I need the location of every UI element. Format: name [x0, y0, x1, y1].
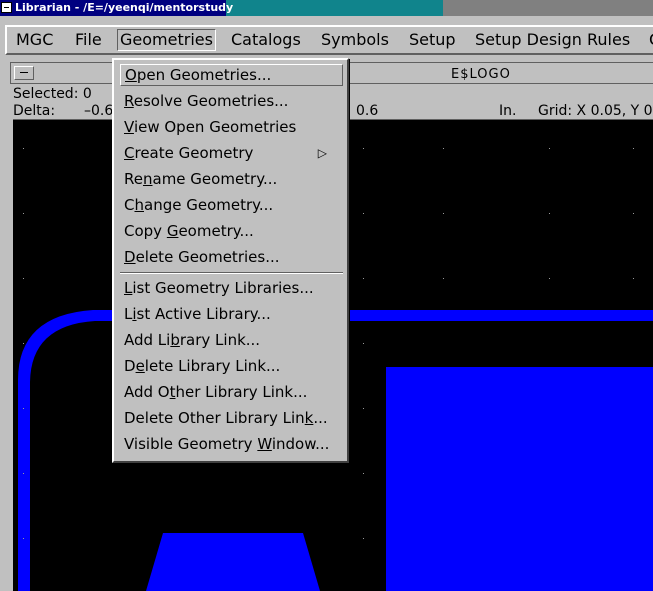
grid-dot — [23, 408, 24, 409]
menuitem-text: reate Geometry — [134, 144, 254, 162]
delta-label: Delta: — [13, 103, 56, 119]
grid-dot — [363, 148, 364, 149]
menuitem-text: ange Geometry... — [144, 196, 274, 214]
menuitem-mnemonic: h — [134, 196, 144, 214]
grid-dot — [363, 473, 364, 474]
menuitem-mnemonic: V — [124, 118, 134, 136]
menu-mgc[interactable]: MGC — [16, 30, 53, 50]
menuitem-delete-library-link[interactable]: Delete Library Link... — [124, 356, 280, 376]
menuitem-text: C — [124, 196, 135, 214]
blue-rectangle-shape — [386, 367, 653, 591]
menuitem-view-open-geometries[interactable]: View Open Geometries — [124, 117, 296, 137]
grid-dot — [363, 343, 364, 344]
menuitem-add-other-library-link[interactable]: Add Other Library Link... — [124, 382, 307, 402]
grid-dot — [363, 408, 364, 409]
menuitem-text: eometry... — [178, 222, 254, 240]
editor-window-title: E$LOGO — [451, 67, 511, 82]
menu-setup-design-rules[interactable]: Setup Design Rules — [475, 30, 630, 50]
menuitem-mnemonic: R — [124, 92, 134, 110]
menuitem-mnemonic: G — [166, 222, 179, 240]
grid-dot — [443, 148, 444, 149]
menu-setup[interactable]: Setup — [409, 30, 456, 50]
grid-dot — [363, 278, 364, 279]
grid-dot — [23, 538, 24, 539]
menuitem-copy-geometry[interactable]: Copy Geometry... — [124, 221, 254, 241]
menuitem-open-geometries[interactable]: Open Geometries... — [120, 64, 343, 86]
title-bar: Librarian - /E=/yeenqi/mentorstudy — [0, 0, 653, 16]
menuitem-change-geometry[interactable]: Change Geometry... — [124, 195, 273, 215]
menuitem-text: Visible Geometry — [124, 435, 258, 453]
menuitem-mnemonic: O — [125, 66, 137, 84]
menuitem-mnemonic: W — [257, 435, 272, 453]
menu-file[interactable]: File — [75, 30, 102, 50]
window-title: Librarian - /E=/yeenqi/mentorstudy — [15, 1, 234, 14]
grid-dot — [23, 473, 24, 474]
menuitem-text: Add O — [124, 383, 170, 401]
menuitem-text: Copy — [124, 222, 167, 240]
menuitem-mnemonic: n — [142, 170, 153, 188]
submenu-arrow-icon: ▷ — [317, 146, 327, 160]
window-minimize-button[interactable] — [14, 66, 34, 80]
delta-y-value: 0.6 — [356, 103, 379, 119]
grid-dot — [549, 278, 550, 279]
menuitem-text: Add Li — [124, 331, 171, 349]
menuitem-list-geometry-libraries[interactable]: List Geometry Libraries... — [124, 278, 314, 298]
grid-dot — [443, 278, 444, 279]
menuitem-text: D — [124, 357, 136, 375]
menu-overflow[interactable]: C — [649, 30, 653, 50]
menuitem-delete-other-library-link[interactable]: Delete Other Library Link... — [124, 408, 328, 428]
menuitem-text: indow... — [271, 435, 330, 453]
menuitem-add-library-link[interactable]: Add Library Link... — [124, 330, 260, 350]
menuitem-text: st Active Library... — [136, 305, 271, 323]
grid-dot — [23, 213, 24, 214]
grid-dot — [363, 538, 364, 539]
menuitem-text: Re — [124, 170, 143, 188]
geometries-dropdown-menu: Open Geometries... Resolve Geometries...… — [112, 58, 349, 463]
grid-label: Grid: X 0.05, Y 0 — [538, 103, 653, 119]
grid-dot — [633, 148, 634, 149]
menuitem-create-geometry[interactable]: Create Geometry ▷ — [124, 143, 339, 163]
trapezoid-shape — [146, 533, 320, 591]
units-label: In. — [499, 103, 517, 119]
menuitem-mnemonic: C — [124, 144, 135, 162]
menu-bar: MGC File Geometries Catalogs Symbols Set… — [0, 16, 653, 60]
grid-dot — [23, 343, 24, 344]
menu-catalogs[interactable]: Catalogs — [231, 30, 301, 50]
menuitem-text: esolve Geometries... — [133, 92, 289, 110]
menuitem-text: rary Link... — [179, 331, 261, 349]
grid-dot — [23, 278, 24, 279]
menuitem-delete-geometries[interactable]: Delete Geometries... — [124, 247, 280, 267]
menuitem-text: iew Open Geometries — [133, 118, 297, 136]
menuitem-mnemonic: b — [170, 331, 180, 349]
menuitem-rename-geometry[interactable]: Rename Geometry... — [124, 169, 277, 189]
menuitem-text: elete Geometries... — [135, 248, 280, 266]
grid-dot — [363, 213, 364, 214]
grid-dot — [23, 148, 24, 149]
grid-dot — [549, 148, 550, 149]
status-selected: Selected: 0 — [13, 86, 92, 102]
menuitem-resolve-geometries[interactable]: Resolve Geometries... — [124, 91, 288, 111]
menuitem-mnemonic: e — [135, 357, 145, 375]
menu-symbols[interactable]: Symbols — [321, 30, 389, 50]
menuitem-text: ist Geometry Libraries... — [132, 279, 314, 297]
delta-x-value: –0.6 — [84, 103, 114, 119]
menu-separator — [120, 272, 343, 274]
selected-count: Selected: 0 — [13, 86, 92, 102]
grid-dot — [443, 213, 444, 214]
menuitem-list-active-library[interactable]: List Active Library... — [124, 304, 271, 324]
window-menu-icon[interactable] — [1, 2, 12, 13]
menuitem-visible-geometry-window[interactable]: Visible Geometry Window... — [124, 434, 329, 454]
menuitem-text: lete Library Link... — [144, 357, 281, 375]
menuitem-text: pen Geometries... — [136, 66, 272, 84]
menuitem-text: Delete Other Library Lin — [124, 409, 305, 427]
menuitem-text: ame Geometry... — [152, 170, 278, 188]
menu-geometries[interactable]: Geometries — [117, 29, 216, 51]
menuitem-text: her Library Link... — [175, 383, 308, 401]
grid-dot — [549, 213, 550, 214]
grid-dot — [633, 213, 634, 214]
menuitem-mnemonic: D — [124, 248, 136, 266]
menuitem-text: ... — [313, 409, 328, 427]
grid-dot — [633, 278, 634, 279]
